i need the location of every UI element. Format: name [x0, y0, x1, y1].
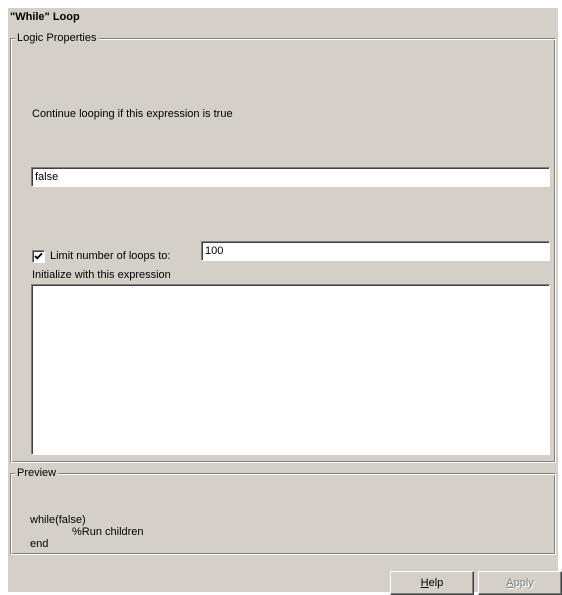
apply-button-label: pply	[513, 577, 534, 589]
loop-limit-input[interactable]	[201, 241, 550, 261]
preview-label: Preview	[15, 467, 59, 480]
preview-line-end: end	[30, 538, 49, 550]
logic-properties-label: Logic Properties	[15, 32, 99, 45]
apply-button[interactable]: Apply	[478, 571, 562, 595]
init-expression-textarea[interactable]	[31, 284, 550, 455]
apply-button-accel: A	[506, 577, 514, 589]
init-expression-label: Initialize with this expression	[32, 269, 171, 281]
preview-line-while: while(false)	[30, 514, 86, 526]
checkmark-icon	[34, 252, 43, 260]
condition-input[interactable]	[31, 167, 550, 187]
dialog-title: "While" Loop	[10, 11, 80, 23]
limit-loops-checkbox[interactable]	[32, 250, 45, 263]
help-button-accel: H	[420, 577, 429, 589]
while-loop-dialog: "While" Loop Logic Properties Continue l…	[8, 8, 562, 595]
help-button[interactable]: Help	[390, 571, 474, 595]
preview-line-children: %Run children	[72, 526, 144, 538]
preview-group: Preview	[10, 467, 556, 555]
help-button-label: elp	[428, 577, 444, 589]
limit-loops-label[interactable]: Limit number of loops to:	[50, 250, 170, 262]
condition-label: Continue looping if this expression is t…	[32, 108, 233, 120]
